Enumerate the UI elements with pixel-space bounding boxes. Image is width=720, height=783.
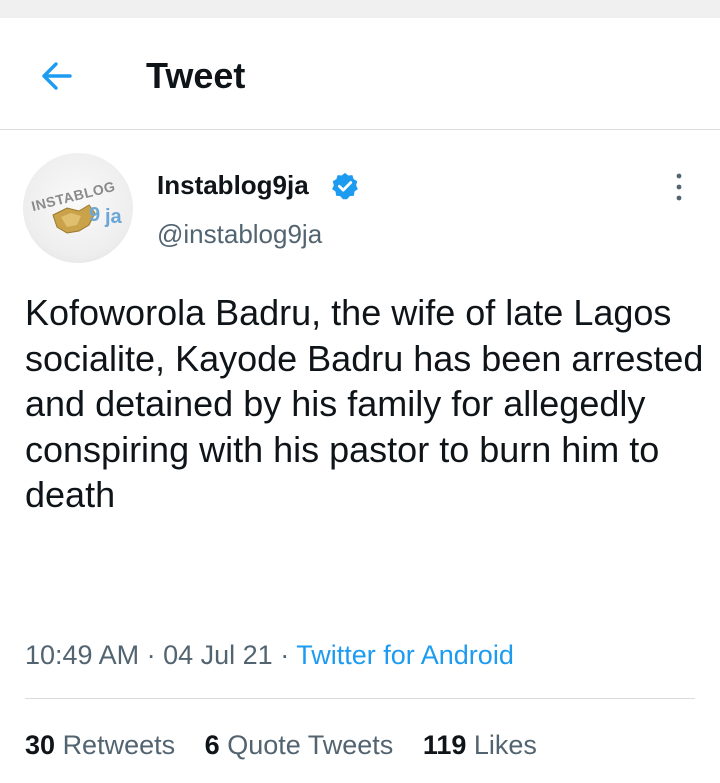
likes-label: Likes <box>473 730 537 760</box>
instablog9ja-logo: INSTABLOG 9 ja <box>30 178 123 234</box>
likes-stat[interactable]: 119 Likes <box>423 727 537 763</box>
likes-count: 119 <box>422 730 467 760</box>
divider <box>25 698 695 699</box>
page-title: Tweet <box>146 55 246 96</box>
tweet-meta: 10:49 AM · 04 Jul 21 · Twitter for Andro… <box>25 637 514 673</box>
author-handle[interactable]: @instablog9ja <box>157 217 322 251</box>
svg-text:INSTABLOG: INSTABLOG <box>30 178 117 214</box>
quote-tweets-label: Quote Tweets <box>227 730 394 760</box>
quote-tweets-count: 6 <box>204 730 220 760</box>
tweet-stats: 30 Retweets 6 Quote Tweets 119 Likes <box>25 727 559 763</box>
quote-tweets-stat[interactable]: 6 Quote Tweets <box>205 727 394 763</box>
tweet-text: Kofoworola Badru, the wife of late Lagos… <box>25 292 704 515</box>
author-name[interactable]: Instablog9ja <box>157 168 309 202</box>
tweet-time: 10:49 AM <box>25 640 140 670</box>
meta-separator: · <box>146 640 156 670</box>
retweets-label: Retweets <box>62 730 176 760</box>
meta-separator: · <box>280 640 290 670</box>
arrow-left-icon <box>42 62 72 90</box>
avatar[interactable]: INSTABLOG 9 ja <box>23 153 133 263</box>
svg-text:ja: ja <box>104 206 123 228</box>
more-vertical-icon <box>676 173 682 201</box>
back-button[interactable] <box>36 56 78 96</box>
svg-text:9: 9 <box>89 204 100 226</box>
retweets-stat[interactable]: 30 Retweets <box>25 727 175 763</box>
verified-badge-icon <box>332 172 358 200</box>
more-options-button[interactable] <box>664 170 694 204</box>
tweet-source-link[interactable]: Twitter for Android <box>296 640 514 670</box>
tweet-date[interactable]: 04 Jul 21 <box>163 640 273 670</box>
top-app-bar: Tweet <box>0 18 720 130</box>
status-bar <box>0 0 720 18</box>
retweets-count: 30 <box>25 730 56 760</box>
